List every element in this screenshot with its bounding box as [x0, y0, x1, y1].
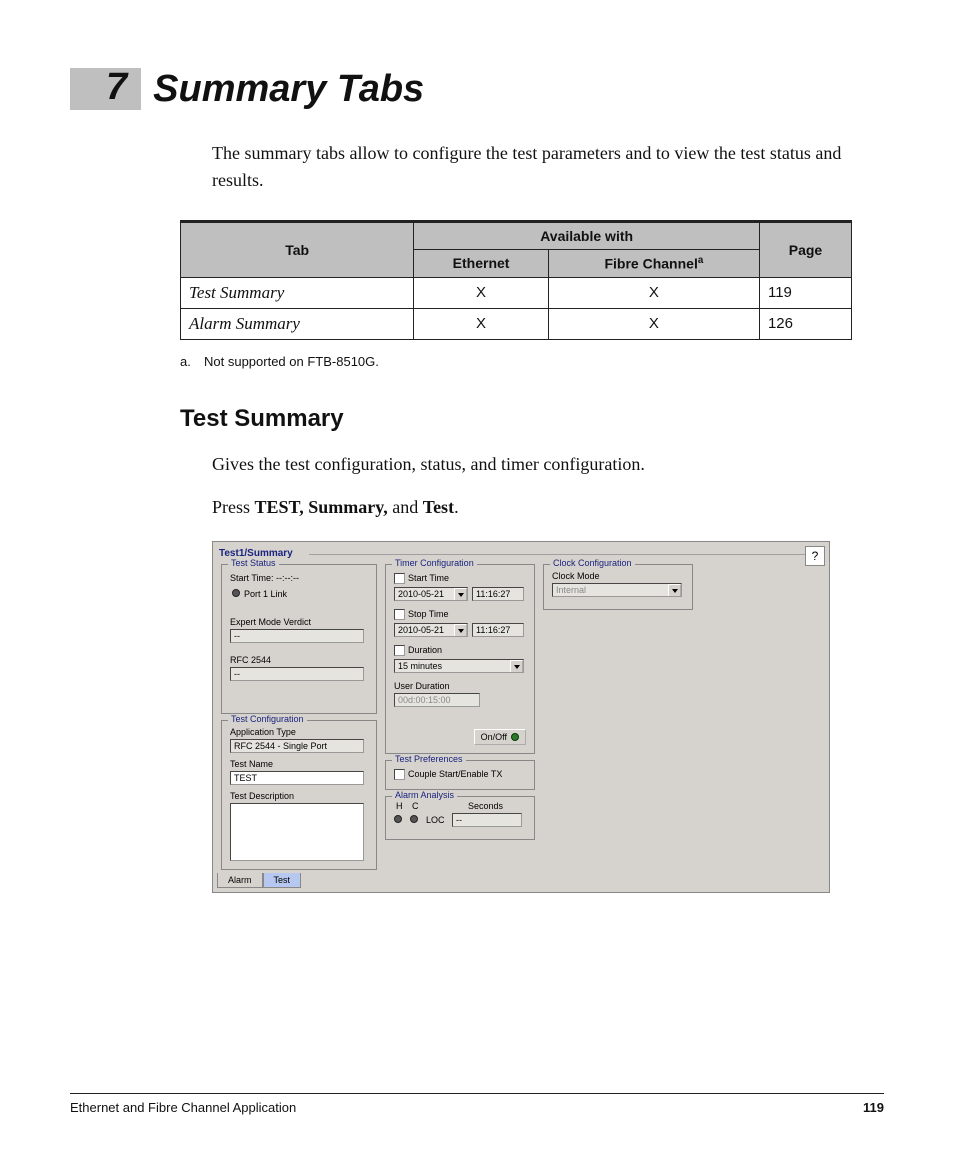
label-port-link: Port 1 Link: [244, 589, 287, 599]
fieldset-test-status: Test Status Start Time: --:--:-- Port 1 …: [221, 564, 377, 714]
field-user-duration: 00d:00:15:00: [394, 693, 480, 707]
test-summary-screenshot: Test1/Summary ? Test Status Start Time: …: [212, 541, 830, 893]
chapter-number-badge: 7: [70, 68, 141, 110]
led-port-link: [232, 589, 240, 597]
checkbox-stop-time[interactable]: [394, 609, 405, 620]
legend-clock-configuration: Clock Configuration: [550, 558, 635, 568]
label-couple-start: Couple Start/Enable TX: [408, 769, 502, 779]
tab-test[interactable]: Test: [263, 873, 302, 888]
footer-app-name: Ethernet and Fibre Channel Application: [70, 1100, 296, 1115]
checkbox-start-time[interactable]: [394, 573, 405, 584]
th-tab: Tab: [181, 222, 414, 278]
input-test-name[interactable]: TEST: [230, 771, 364, 785]
footer-page-number: 119: [863, 1100, 884, 1115]
label-loc: LOC: [426, 815, 445, 825]
page-footer: Ethernet and Fibre Channel Application 1…: [70, 1093, 884, 1115]
chevron-down-icon[interactable]: [454, 624, 467, 637]
dropdown-start-date[interactable]: 2010-05-21: [394, 587, 468, 601]
legend-test-preferences: Test Preferences: [392, 754, 466, 764]
label-expert-verdict: Expert Mode Verdict: [230, 617, 311, 627]
th-ethernet: Ethernet: [414, 250, 549, 278]
table-row: Alarm Summary X X 126: [181, 308, 852, 339]
th-page: Page: [759, 222, 851, 278]
dropdown-duration[interactable]: 15 minutes: [394, 659, 524, 673]
label-start-time-chk: Start Time: [408, 573, 449, 583]
label-stop-time-chk: Stop Time: [408, 609, 449, 619]
legend-test-status: Test Status: [228, 558, 279, 568]
th-available: Available with: [414, 222, 760, 250]
bottom-tabbar: Alarm Test: [217, 873, 301, 888]
checkbox-duration[interactable]: [394, 645, 405, 656]
field-application-type: RFC 2544 - Single Port: [230, 739, 364, 753]
tab-alarm[interactable]: Alarm: [217, 873, 263, 888]
dropdown-stop-date[interactable]: 2010-05-21: [394, 623, 468, 637]
label-user-duration: User Duration: [394, 681, 450, 691]
legend-alarm-analysis: Alarm Analysis: [392, 790, 457, 800]
help-icon[interactable]: ?: [805, 546, 825, 566]
label-rfc2544: RFC 2544: [230, 655, 271, 665]
led-h: [394, 815, 402, 823]
cell-tab: Alarm Summary: [181, 308, 414, 339]
field-expert-verdict: --: [230, 629, 364, 643]
chevron-down-icon[interactable]: [510, 660, 523, 673]
cell-fc: X: [548, 308, 759, 339]
chapter-heading: 7 Summary Tabs: [70, 68, 884, 110]
input-start-time[interactable]: 11:16:27: [472, 587, 524, 601]
table-row: Test Summary X X 119: [181, 277, 852, 308]
cell-eth: X: [414, 308, 549, 339]
chevron-down-icon[interactable]: [454, 588, 467, 601]
input-stop-time[interactable]: 11:16:27: [472, 623, 524, 637]
cell-eth: X: [414, 277, 549, 308]
label-test-name: Test Name: [230, 759, 273, 769]
checkbox-couple-start[interactable]: [394, 769, 405, 780]
chevron-down-icon[interactable]: [668, 584, 681, 597]
label-start-time: Start Time: --:--:--: [230, 573, 299, 583]
press-instruction: Press TEST, Summary, and Test.: [212, 494, 884, 521]
th-fibre-channel: Fibre Channela: [548, 250, 759, 278]
tabs-availability-table: Tab Available with Page Ethernet Fibre C…: [180, 220, 852, 340]
legend-timer-configuration: Timer Configuration: [392, 558, 477, 568]
section-title-test-summary: Test Summary: [180, 405, 884, 433]
fieldset-clock-configuration: Clock Configuration Clock Mode Internal: [543, 564, 693, 610]
section-description: Gives the test configuration, status, an…: [212, 451, 884, 478]
cell-page: 126: [759, 308, 851, 339]
label-h: H: [396, 801, 403, 811]
label-seconds: Seconds: [468, 801, 503, 811]
legend-test-configuration: Test Configuration: [228, 714, 307, 724]
cell-tab: Test Summary: [181, 277, 414, 308]
table-footnote: a.Not supported on FTB-8510G.: [180, 354, 884, 369]
fieldset-test-configuration: Test Configuration Application Type RFC …: [221, 720, 377, 870]
label-test-description: Test Description: [230, 791, 294, 801]
cell-fc: X: [548, 277, 759, 308]
label-application-type: Application Type: [230, 727, 296, 737]
cell-page: 119: [759, 277, 851, 308]
intro-paragraph: The summary tabs allow to configure the …: [212, 140, 884, 194]
label-clock-mode: Clock Mode: [552, 571, 600, 581]
chapter-title: Summary Tabs: [153, 70, 424, 108]
fieldset-alarm-analysis: Alarm Analysis H C Seconds LOC --: [385, 796, 535, 840]
dropdown-clock-mode[interactable]: Internal: [552, 583, 682, 597]
label-duration-chk: Duration: [408, 645, 442, 655]
fieldset-timer-configuration: Timer Configuration Start Time 2010-05-2…: [385, 564, 535, 754]
fieldset-test-preferences: Test Preferences Couple Start/Enable TX: [385, 760, 535, 790]
field-rfc2544: --: [230, 667, 364, 681]
label-c: C: [412, 801, 419, 811]
field-loc-seconds: --: [452, 813, 522, 827]
textarea-test-description[interactable]: [230, 803, 364, 861]
led-c: [410, 815, 418, 823]
button-timer-onoff[interactable]: On/Off: [474, 729, 526, 745]
